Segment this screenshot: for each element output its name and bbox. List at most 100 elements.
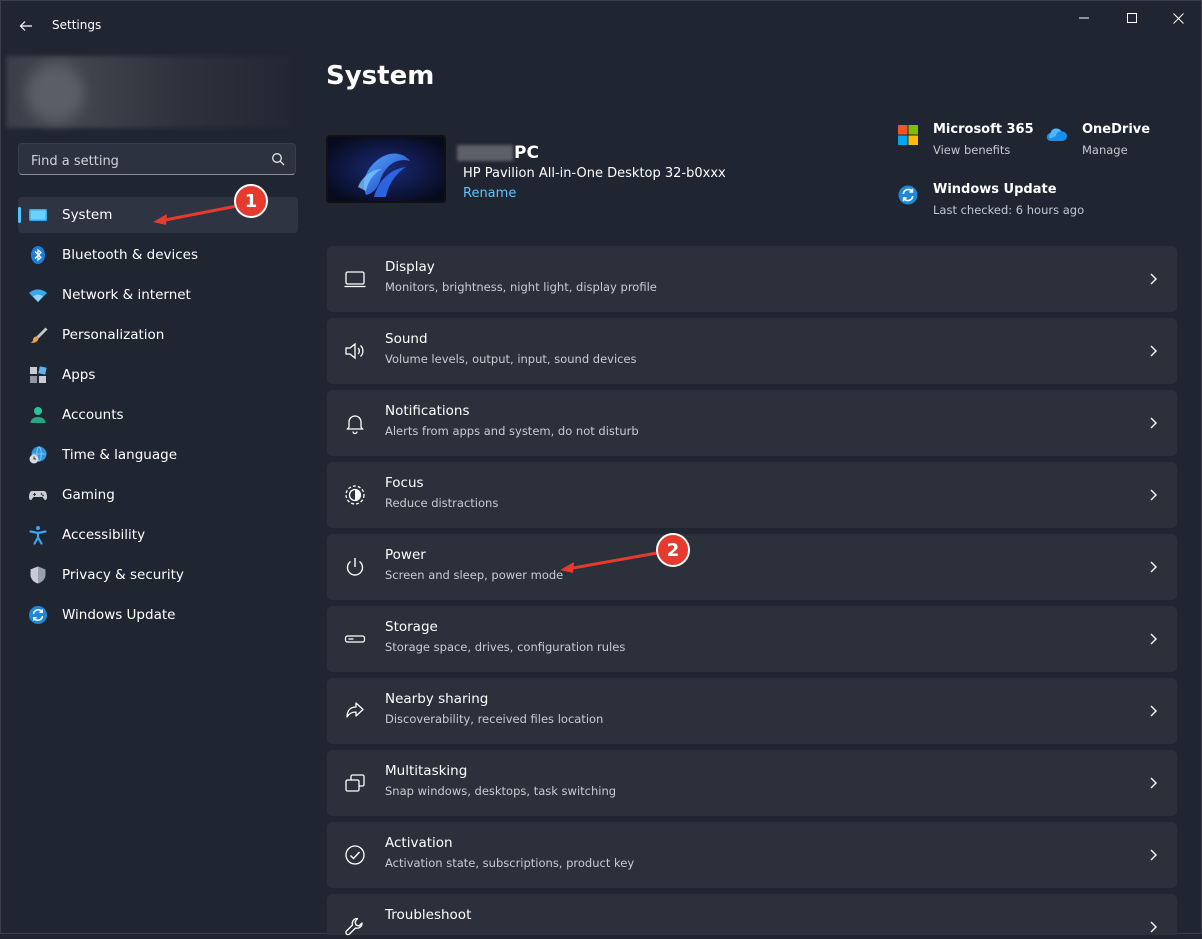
annotation-badge-1: 1 (234, 184, 268, 218)
quick-link-onedrive[interactable]: OneDrive Manage (1046, 122, 1166, 162)
profile-banner-blurred[interactable] (6, 56, 291, 128)
card-title: Sound (385, 331, 428, 347)
wallpaper-bloom-image (328, 137, 444, 201)
minimize-icon (1079, 17, 1089, 19)
settings-card-display[interactable]: Display Monitors, brightness, night ligh… (327, 246, 1177, 312)
sidebar-item-label: Gaming (62, 487, 115, 503)
wifi-icon (29, 289, 47, 302)
sidebar-item-windows-update[interactable]: Windows Update (18, 597, 298, 633)
settings-card-storage[interactable]: Storage Storage space, drives, configura… (327, 606, 1177, 672)
card-title: Display (385, 259, 435, 275)
settings-card-nearby-sharing[interactable]: Nearby sharing Discoverability, received… (327, 678, 1177, 744)
rename-link[interactable]: Rename (463, 186, 516, 201)
sidebar-item-label: Apps (62, 367, 96, 383)
settings-card-troubleshoot[interactable]: Troubleshoot (327, 894, 1177, 936)
maximize-icon (1127, 13, 1137, 23)
card-subtitle: Monitors, brightness, night light, displ… (385, 280, 657, 294)
sidebar-item-label: Accounts (62, 407, 124, 423)
maximize-button[interactable] (1109, 1, 1155, 35)
quick-link-microsoft-365[interactable]: Microsoft 365 View benefits (897, 122, 1037, 162)
brush-icon (30, 327, 48, 343)
settings-card-focus[interactable]: Focus Reduce distractions (327, 462, 1177, 528)
search-icon[interactable] (271, 152, 285, 166)
device-name: PC (457, 143, 539, 163)
card-title: Power (385, 547, 426, 563)
sidebar-item-label: System (62, 207, 113, 223)
quick-link-title: OneDrive (1082, 122, 1151, 137)
settings-window: Settings System Bluetooth & devices Net (0, 0, 1202, 936)
sidebar-item-network[interactable]: Network & internet (18, 277, 298, 313)
chevron-right-icon (1150, 273, 1157, 285)
close-button[interactable] (1155, 1, 1201, 35)
chevron-right-icon (1150, 777, 1157, 789)
card-title: Troubleshoot (385, 907, 472, 923)
bell-icon (346, 415, 364, 435)
chevron-right-icon (1150, 417, 1157, 429)
chevron-right-icon (1150, 633, 1157, 645)
chevron-right-icon (1150, 705, 1157, 717)
card-title: Storage (385, 619, 438, 635)
sidebar-item-label: Network & internet (62, 287, 191, 303)
sidebar-item-accessibility[interactable]: Accessibility (18, 517, 298, 553)
card-title: Multitasking (385, 763, 468, 779)
shield-icon (30, 566, 46, 584)
quick-link-sub: Last checked: 6 hours ago (933, 203, 1085, 217)
active-indicator (18, 207, 21, 223)
speaker-icon (345, 342, 364, 360)
share-icon (346, 702, 364, 718)
chevron-right-icon (1150, 849, 1157, 861)
sidebar-item-time-language[interactable]: Time & language (18, 437, 298, 473)
sidebar-item-label: Bluetooth & devices (62, 247, 199, 263)
settings-card-activation[interactable]: Activation Activation state, subscriptio… (327, 822, 1177, 888)
back-button[interactable] (13, 13, 39, 39)
display-icon (344, 271, 366, 288)
accessibility-icon (29, 526, 47, 545)
apps-icon (30, 366, 47, 383)
quick-link-sub: Manage (1082, 143, 1128, 157)
sidebar-item-label: Accessibility (62, 527, 146, 543)
card-title: Nearby sharing (385, 691, 489, 707)
card-subtitle: Screen and sleep, power mode (385, 568, 564, 582)
storage-icon (344, 635, 366, 643)
wrench-icon (345, 917, 363, 936)
card-subtitle: Storage space, drives, configuration rul… (385, 640, 626, 654)
sidebar-item-apps[interactable]: Apps (18, 357, 298, 393)
minimize-button[interactable] (1061, 1, 1107, 35)
globe-clock-icon (29, 446, 47, 464)
settings-card-sound[interactable]: Sound Volume levels, output, input, soun… (327, 318, 1177, 384)
sidebar-item-accounts[interactable]: Accounts (18, 397, 298, 433)
card-subtitle: Snap windows, desktops, task switching (385, 784, 617, 798)
sidebar-item-bluetooth[interactable]: Bluetooth & devices (18, 237, 298, 273)
monitor-icon (29, 209, 47, 221)
chevron-right-icon (1150, 921, 1157, 933)
title-bar: Settings (1, 1, 1201, 51)
sidebar-item-privacy-security[interactable]: Privacy & security (18, 557, 298, 593)
sidebar-item-gaming[interactable]: Gaming (18, 477, 298, 513)
quick-link-windows-update[interactable]: Windows Update Last checked: 6 hours ago (897, 182, 1087, 222)
quick-link-title: Microsoft 365 (933, 122, 1034, 137)
quick-link-title: Windows Update (933, 182, 1057, 197)
person-icon (30, 407, 46, 423)
focus-icon (345, 485, 365, 505)
card-title: Notifications (385, 403, 470, 419)
settings-card-multitasking[interactable]: Multitasking Snap windows, desktops, tas… (327, 750, 1177, 816)
chevron-right-icon (1150, 345, 1157, 357)
chevron-right-icon (1150, 489, 1157, 501)
quick-link-sub: View benefits (933, 143, 1011, 157)
sidebar-item-label: Privacy & security (62, 567, 184, 583)
annotation-badge-2: 2 (656, 533, 690, 567)
back-arrow-icon (19, 21, 32, 31)
avatar (26, 64, 84, 122)
device-name-suffix: PC (514, 143, 539, 163)
search-box[interactable] (18, 143, 296, 175)
search-input[interactable] (29, 150, 263, 172)
page-title: System (326, 61, 435, 91)
onedrive-cloud-icon (1046, 128, 1068, 142)
settings-card-power[interactable]: Power Screen and sleep, power mode (327, 534, 1177, 600)
device-name-redacted (457, 145, 513, 161)
update-icon (898, 185, 918, 205)
sidebar-item-personalization[interactable]: Personalization (18, 317, 298, 353)
card-title: Activation (385, 835, 453, 851)
power-icon (346, 558, 364, 576)
settings-card-notifications[interactable]: Notifications Alerts from apps and syste… (327, 390, 1177, 456)
